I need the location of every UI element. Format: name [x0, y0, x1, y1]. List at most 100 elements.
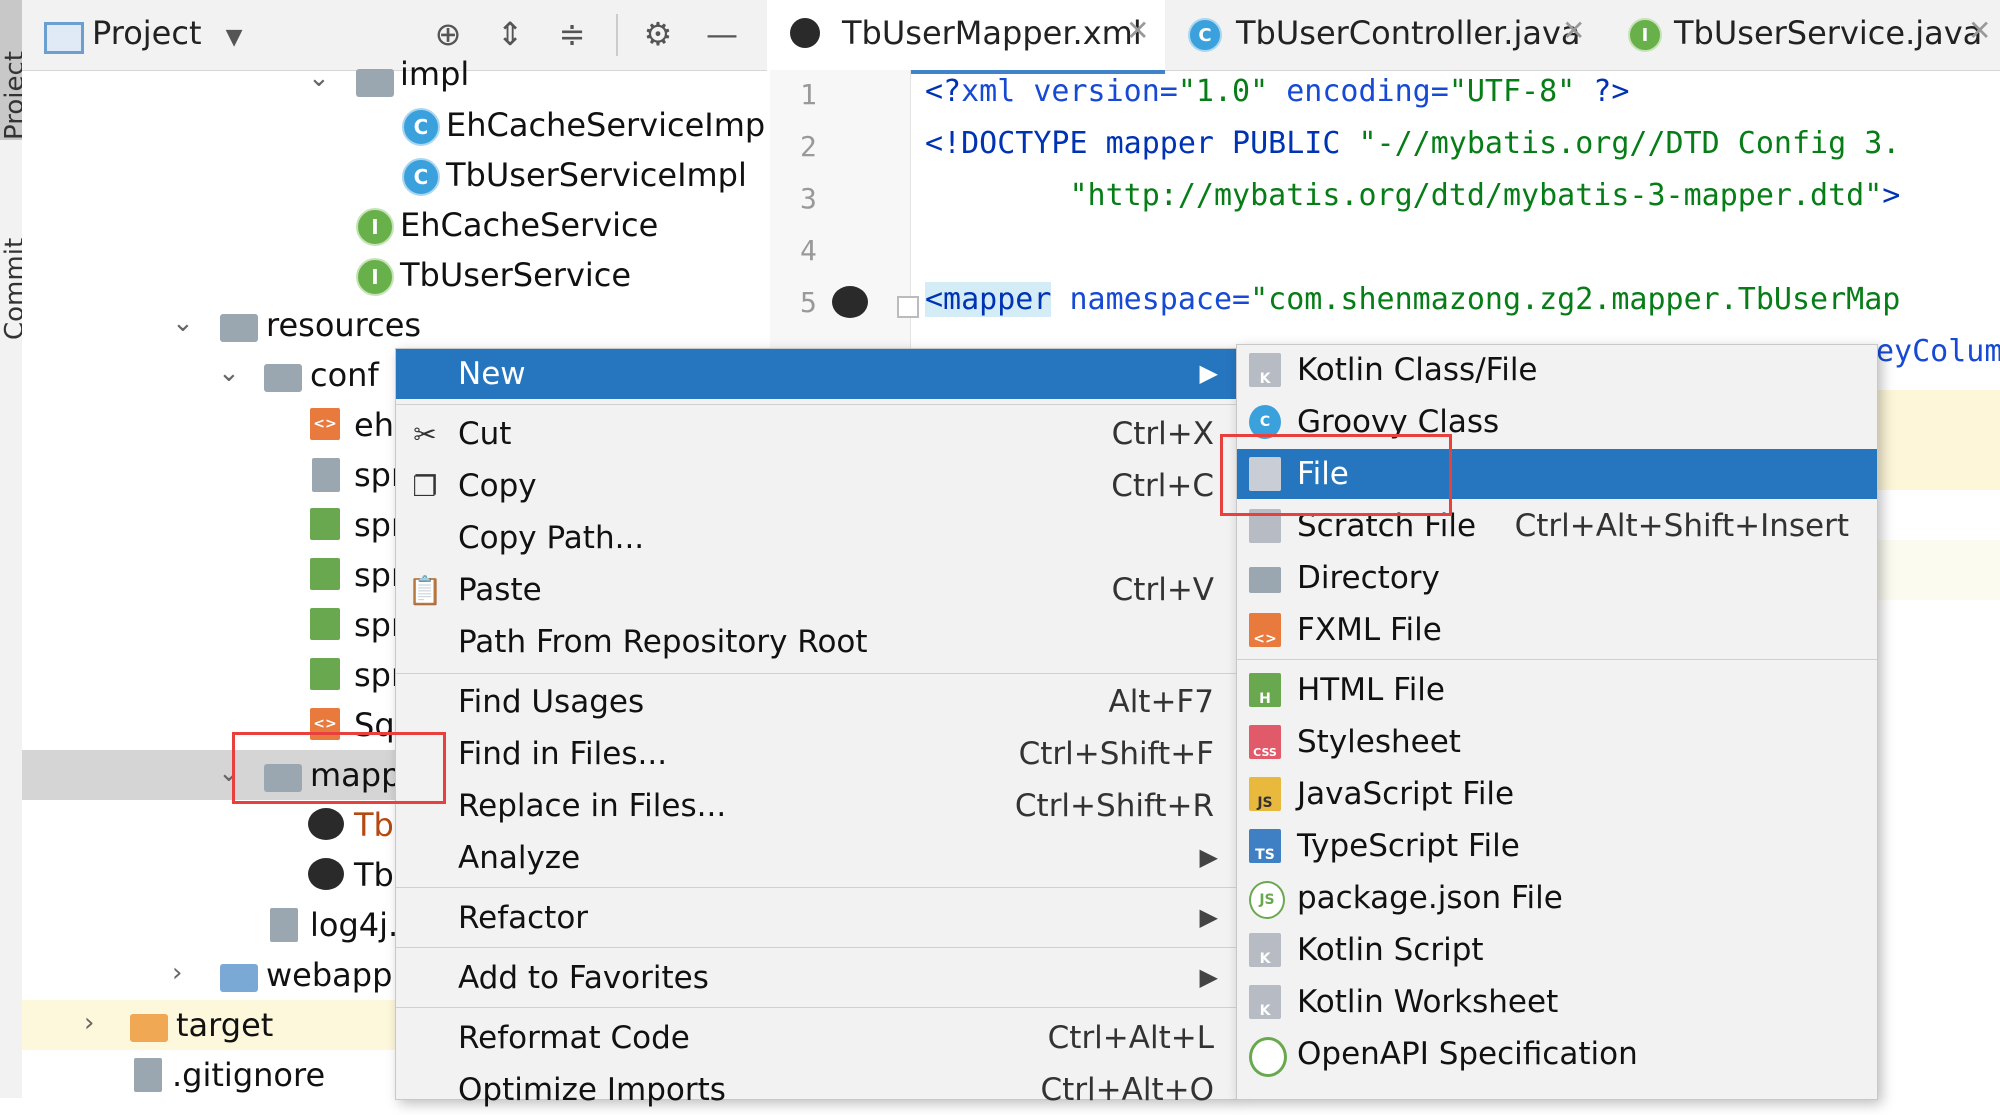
submenu-item-openapi-spec[interactable]: OpenAPI Specification: [1237, 1029, 1877, 1079]
line-number: 4: [800, 234, 817, 267]
expand-all-icon[interactable]: ⇕: [488, 12, 532, 56]
project-tool-tab[interactable]: Project: [0, 0, 30, 140]
class-icon: C: [402, 108, 440, 146]
tree-item-tbuserservice[interactable]: I TbUserService: [22, 250, 767, 300]
kotlin-icon: K: [1249, 933, 1281, 967]
menu-item-paste[interactable]: 📋 Paste Ctrl+V: [396, 565, 1236, 615]
tab-tbusermapper-xml[interactable]: TbUserMapper.xml ✕: [770, 0, 1165, 74]
close-icon[interactable]: ✕: [1968, 14, 1991, 47]
menu-item-find-usages[interactable]: Find Usages Alt+F7: [396, 677, 1236, 727]
javascript-file-icon: JS: [1249, 777, 1281, 811]
menu-item-analyze[interactable]: Analyze ▶: [396, 833, 1236, 883]
code-line-5[interactable]: <mapper namespace="com.shenmazong.zg2.ma…: [925, 282, 1900, 317]
web-folder-icon: [220, 964, 258, 992]
locate-icon[interactable]: ⊕: [426, 12, 470, 56]
menu-separator: [396, 673, 1236, 674]
target-folder-icon: [130, 1014, 168, 1042]
submenu-arrow-icon: ▶: [1199, 963, 1218, 991]
menu-item-path-from-repo-root[interactable]: Path From Repository Root: [396, 617, 1236, 667]
typescript-file-icon: TS: [1249, 829, 1281, 863]
menu-item-find-in-files[interactable]: Find in Files... Ctrl+Shift+F: [396, 729, 1236, 779]
css-file-icon: CSS: [1249, 725, 1281, 759]
tree-item-impl[interactable]: ⌄ impl: [22, 55, 767, 105]
menu-separator: [396, 1007, 1236, 1008]
submenu-arrow-icon: ▶: [1199, 843, 1218, 871]
tree-item-tbuserserviceimpl[interactable]: C TbUserServiceImpl: [22, 150, 767, 200]
tree-item-ehcacheserviceimpl[interactable]: C EhCacheServiceImpl: [22, 100, 767, 150]
properties-file-icon: [270, 908, 298, 942]
folder-icon: [264, 364, 302, 392]
editor-tab-bar: TbUserMapper.xml ✕ C TbUserController.ja…: [770, 0, 2000, 74]
submenu-item-fxml-file[interactable]: <> FXML File: [1237, 605, 1877, 655]
fold-icon[interactable]: [897, 296, 919, 318]
menu-item-copy[interactable]: ❐ Copy Ctrl+C: [396, 461, 1236, 511]
spring-xml-icon: [310, 508, 340, 540]
collapse-all-icon[interactable]: ≑: [550, 12, 594, 56]
mybatis-icon: [790, 18, 820, 48]
tree-item-ehcacheservice[interactable]: I EhCacheService: [22, 200, 767, 250]
menu-separator: [396, 404, 1236, 405]
submenu-item-javascript-file[interactable]: JS JavaScript File: [1237, 769, 1877, 819]
menu-item-reformat-code[interactable]: Reformat Code Ctrl+Alt+L: [396, 1013, 1236, 1063]
submenu-item-kotlin-worksheet[interactable]: K Kotlin Worksheet: [1237, 977, 1877, 1027]
menu-item-replace-in-files[interactable]: Replace in Files... Ctrl+Shift+R: [396, 781, 1236, 831]
chevron-down-icon: ⌄: [172, 308, 194, 338]
project-view-icon: [44, 22, 84, 54]
interface-icon: I: [356, 258, 394, 296]
interface-icon: I: [1628, 18, 1662, 52]
submenu-item-stylesheet[interactable]: CSS Stylesheet: [1237, 717, 1877, 767]
line-number: 5: [800, 286, 817, 319]
resources-folder-icon: [220, 314, 258, 342]
submenu-item-typescript-file[interactable]: TS TypeScript File: [1237, 821, 1877, 871]
menu-item-refactor[interactable]: Refactor ▶: [396, 893, 1236, 943]
close-icon[interactable]: ✕: [1562, 14, 1585, 47]
mybatis-icon: [308, 858, 344, 890]
submenu-item-directory[interactable]: Directory: [1237, 553, 1877, 603]
line-number: 2: [800, 130, 817, 163]
menu-item-new[interactable]: New ▶: [396, 349, 1236, 399]
minimize-icon[interactable]: —: [700, 12, 744, 56]
chevron-right-icon: ›: [172, 958, 183, 988]
gear-icon[interactable]: ⚙: [636, 12, 680, 56]
code-line-1[interactable]: <?xml version="1.0" encoding="UTF-8" ?>: [925, 74, 1629, 109]
properties-file-icon: [312, 458, 340, 492]
scissors-icon: ✂: [413, 417, 437, 451]
menu-item-cut[interactable]: ✂ Cut Ctrl+X: [396, 409, 1236, 459]
class-icon: C: [1188, 18, 1222, 52]
menu-item-optimize-imports[interactable]: Optimize Imports Ctrl+Alt+O: [396, 1065, 1236, 1115]
commit-tool-tab[interactable]: Commit: [0, 200, 30, 340]
code-line-3[interactable]: "http://mybatis.org/dtd/mybatis-3-mapper…: [925, 178, 1901, 213]
tree-item-resources[interactable]: ⌄ resources: [22, 300, 767, 350]
line-number: 3: [800, 182, 817, 215]
xml-file-icon: <>: [310, 408, 340, 440]
kotlin-icon: K: [1249, 353, 1281, 387]
menu-item-add-to-favorites[interactable]: Add to Favorites ▶: [396, 953, 1236, 1003]
mybatis-icon: [308, 808, 344, 840]
submenu-item-kotlin-script[interactable]: K Kotlin Script: [1237, 925, 1877, 975]
tab-tbuserservice-java[interactable]: I TbUserService.java ✕: [1610, 0, 2000, 70]
submenu-item-package-json[interactable]: JS package.json File: [1237, 873, 1877, 923]
mybatis-gutter-icon[interactable]: [832, 286, 868, 318]
context-menu: New ▶ ✂ Cut Ctrl+X ❐ Copy Ctrl+C Copy Pa…: [395, 348, 1237, 1108]
kotlin-icon: K: [1249, 985, 1281, 1019]
chevron-down-icon: ⌄: [218, 358, 240, 388]
project-view-selector[interactable]: Project ▼: [92, 14, 243, 52]
tool-window-strip: Project Commit: [0, 0, 30, 1098]
header-divider: [616, 14, 618, 56]
tab-tbusercontroller-java[interactable]: C TbUserController.java ✕: [1170, 0, 1600, 70]
line-number: 1: [800, 78, 817, 111]
menu-item-copy-path[interactable]: Copy Path...: [396, 513, 1236, 563]
menu-separator: [1237, 659, 1877, 660]
submenu-item-kotlin-class[interactable]: K Kotlin Class/File: [1237, 345, 1877, 395]
code-line-6-partial[interactable]: eyColum: [1876, 334, 2000, 369]
menu-separator: [396, 887, 1236, 888]
folder-icon: [1249, 567, 1281, 593]
menu-separator: [396, 947, 1236, 948]
code-line-2[interactable]: <!DOCTYPE mapper PUBLIC "-//mybatis.org/…: [925, 126, 1900, 161]
close-icon[interactable]: ✕: [1126, 14, 1149, 47]
interface-icon: I: [356, 208, 394, 246]
submenu-item-html-file[interactable]: H HTML File: [1237, 665, 1877, 715]
gitignore-file-icon: [134, 1058, 162, 1092]
chevron-down-icon: ▼: [225, 25, 243, 50]
openapi-icon: [1249, 1037, 1287, 1077]
